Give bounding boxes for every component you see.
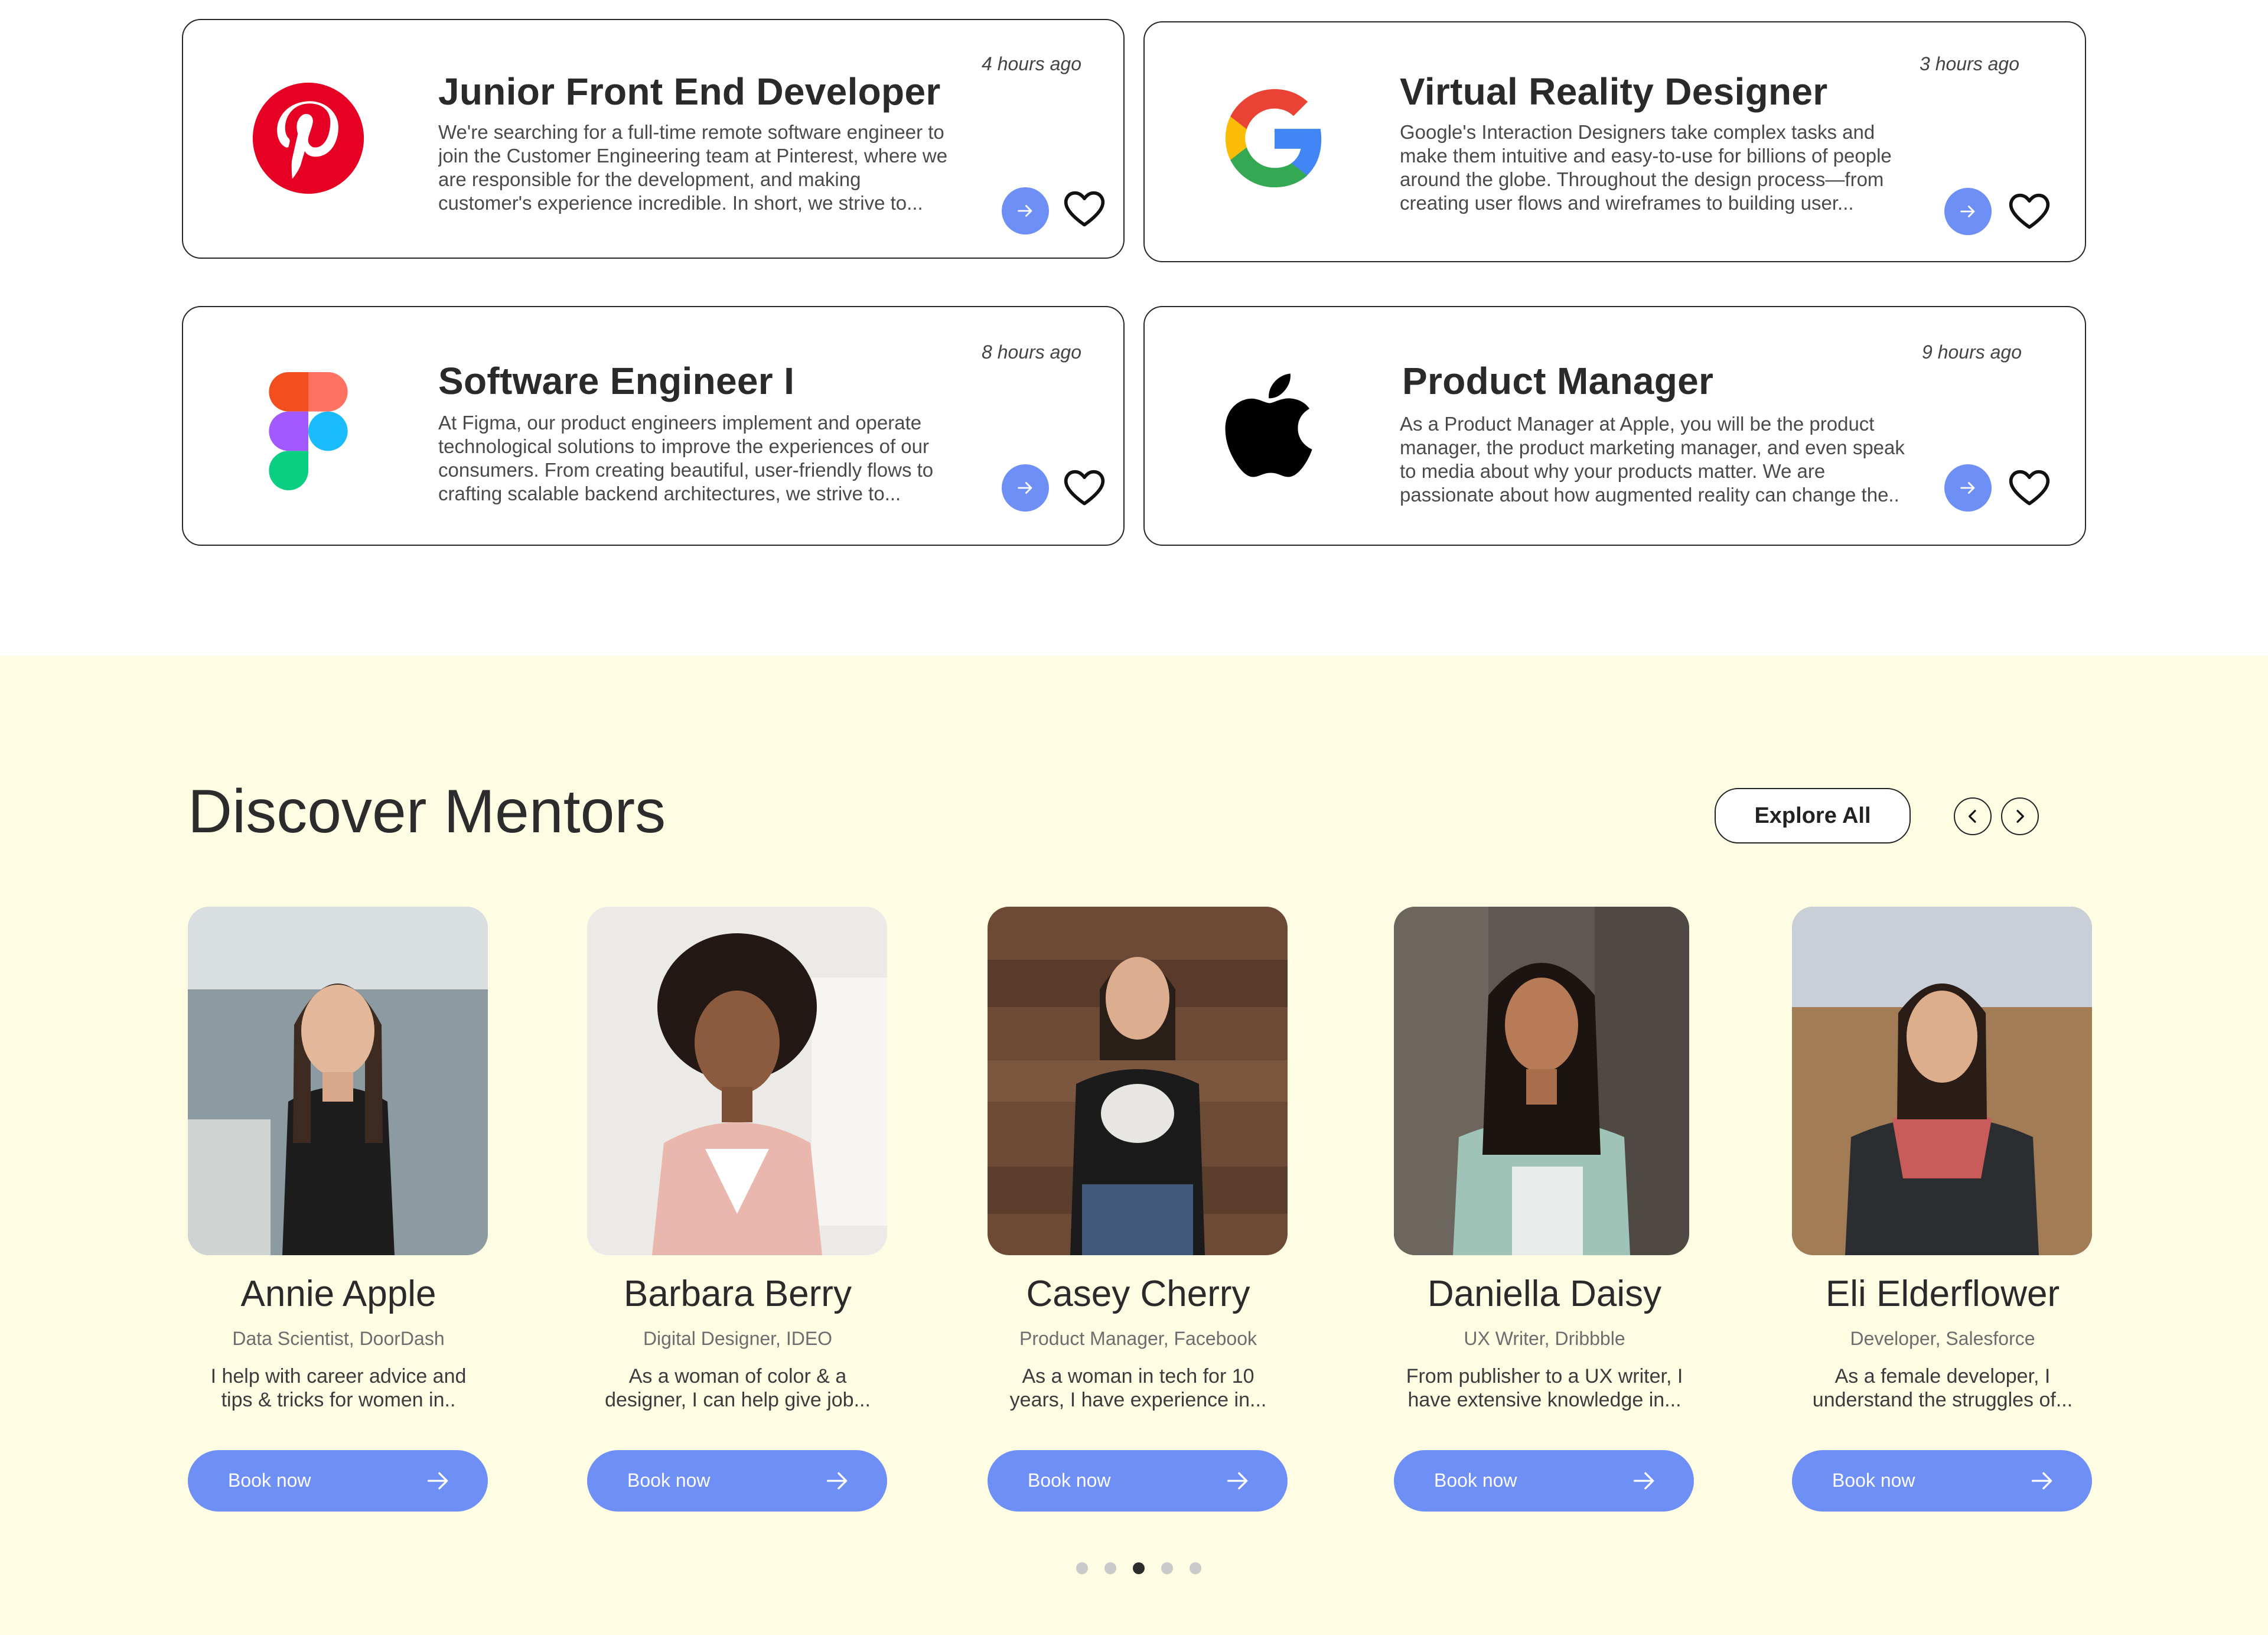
- open-job-button[interactable]: [1002, 187, 1049, 234]
- mentor-card: Barbara Berry Digital Designer, IDEO As …: [587, 907, 888, 1515]
- mentor-name: Casey Cherry: [1026, 1274, 1250, 1314]
- mentor-name: Barbara Berry: [624, 1274, 852, 1314]
- book-now-label: Book now: [1832, 1470, 1915, 1491]
- pagination-dot-active[interactable]: [1133, 1562, 1145, 1574]
- job-posted-time: 9 hours ago: [1922, 341, 2022, 363]
- mentor-bio: As a woman in tech for 10 years, I have …: [1009, 1365, 1267, 1411]
- chevron-right-icon: [2016, 810, 2024, 823]
- carousel-prev-button[interactable]: [1954, 797, 1992, 835]
- pagination-dot[interactable]: [1104, 1562, 1116, 1574]
- job-posted-time: 8 hours ago: [982, 341, 1082, 363]
- arrow-right-icon: [1633, 1472, 1654, 1490]
- section-title: Discover Mentors: [188, 777, 666, 846]
- open-job-button[interactable]: [1944, 188, 1992, 235]
- job-card[interactable]: Software Engineer I At Figma, our produc…: [182, 306, 1125, 546]
- arrow-right-icon: [1960, 206, 1975, 217]
- pagination-dot[interactable]: [1076, 1562, 1088, 1574]
- book-now-label: Book now: [1434, 1470, 1517, 1491]
- mentor-name: Eli Elderflower: [1825, 1274, 2060, 1314]
- book-now-button[interactable]: Book now: [1394, 1450, 1694, 1512]
- job-listings: Junior Front End Developer We're searchi…: [0, 0, 2268, 656]
- open-job-button[interactable]: [1002, 464, 1049, 512]
- carousel-next-button[interactable]: [2001, 797, 2039, 835]
- job-description: We're searching for a full-time remote s…: [438, 121, 948, 214]
- arrow-right-icon: [826, 1472, 848, 1490]
- arrow-right-icon: [1960, 482, 1975, 494]
- book-now-button[interactable]: Book now: [188, 1450, 488, 1512]
- mentor-bio: From publisher to a UX writer, I have ex…: [1406, 1365, 1683, 1411]
- mentor-role: Data Scientist, DoorDash: [232, 1328, 445, 1349]
- open-job-button[interactable]: [1944, 464, 1992, 512]
- pagination-dot[interactable]: [1190, 1562, 1201, 1574]
- mentor-photo: [1792, 907, 2092, 1255]
- job-description: As a Product Manager at Apple, you will …: [1400, 413, 1905, 506]
- arrow-right-icon: [427, 1472, 448, 1490]
- pagination-dot[interactable]: [1161, 1562, 1173, 1574]
- arrow-right-icon: [1227, 1472, 1248, 1490]
- job-description: Google's Interaction Designers take comp…: [1400, 121, 1892, 214]
- job-posted-time: 4 hours ago: [982, 53, 1082, 74]
- job-title[interactable]: Software Engineer I: [438, 359, 794, 403]
- arrow-right-icon: [2031, 1472, 2052, 1490]
- pinterest-logo: [249, 79, 367, 197]
- mentor-bio: As a female developer, I understand the …: [1812, 1365, 2073, 1411]
- book-now-label: Book now: [1028, 1470, 1111, 1491]
- mentor-photo: [1394, 907, 1689, 1255]
- mentor-photo: [188, 907, 488, 1255]
- book-now-button[interactable]: Book now: [587, 1450, 887, 1512]
- job-card[interactable]: Virtual Reality Designer Google's Intera…: [1143, 21, 2086, 262]
- mentors-section: Discover Mentors Explore All Annie Apple…: [0, 656, 2268, 1635]
- heart-icon[interactable]: [2007, 464, 2052, 509]
- job-posted-time: 3 hours ago: [1920, 53, 2020, 74]
- book-now-button[interactable]: Book now: [988, 1450, 1288, 1512]
- book-now-button[interactable]: Book now: [1792, 1450, 2092, 1512]
- job-description: At Figma, our product engineers implemen…: [438, 412, 934, 504]
- heart-icon[interactable]: [1062, 185, 1107, 230]
- book-now-label: Book now: [627, 1470, 711, 1491]
- heart-icon[interactable]: [2007, 188, 2052, 233]
- mentor-card: Eli Elderflower Developer, Salesforce As…: [1792, 907, 2093, 1515]
- mentor-name: Daniella Daisy: [1427, 1274, 1662, 1314]
- mentor-photo: [988, 907, 1288, 1255]
- job-title[interactable]: Junior Front End Developer: [438, 70, 941, 113]
- arrow-right-icon: [1018, 205, 1032, 217]
- mentor-card: Annie Apple Data Scientist, DoorDash I h…: [188, 907, 489, 1515]
- mentor-card: Daniella Daisy UX Writer, Dribbble From …: [1394, 907, 1695, 1515]
- mentor-photo: [587, 907, 887, 1255]
- explore-all-button[interactable]: Explore All: [1715, 788, 1911, 843]
- job-title[interactable]: Product Manager: [1402, 359, 1713, 403]
- google-logo: [1216, 79, 1334, 197]
- chevron-left-icon: [1969, 810, 1976, 823]
- mentor-bio: I help with career advice and tips & tri…: [210, 1365, 467, 1411]
- mentor-card: Casey Cherry Product Manager, Facebook A…: [988, 907, 1289, 1515]
- mentor-bio: As a woman of color & a designer, I can …: [605, 1365, 871, 1411]
- mentor-role: Product Manager, Facebook: [1019, 1328, 1257, 1349]
- job-card[interactable]: Junior Front End Developer We're searchi…: [182, 19, 1125, 259]
- book-now-label: Book now: [228, 1470, 311, 1491]
- job-title[interactable]: Virtual Reality Designer: [1400, 70, 1828, 113]
- heart-icon[interactable]: [1062, 464, 1107, 509]
- mentor-name: Annie Apple: [240, 1274, 436, 1314]
- figma-logo: [249, 372, 367, 490]
- apple-logo: [1210, 366, 1328, 484]
- mentor-role: Developer, Salesforce: [1850, 1328, 2035, 1349]
- mentor-role: UX Writer, Dribbble: [1464, 1328, 1625, 1349]
- mentor-role: Digital Designer, IDEO: [643, 1328, 833, 1349]
- job-card[interactable]: Product Manager As a Product Manager at …: [1143, 306, 2086, 546]
- arrow-right-icon: [1018, 482, 1032, 494]
